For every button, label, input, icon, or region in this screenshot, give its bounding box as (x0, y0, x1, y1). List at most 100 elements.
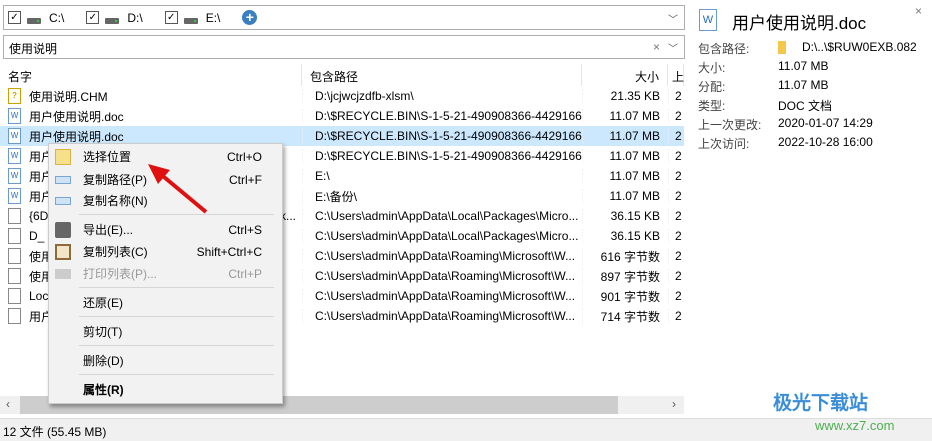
menu-label: 导出(E)... (83, 223, 133, 237)
clear-icon[interactable]: × (653, 40, 660, 54)
file-path: D:\$RECYCLE.BIN\S-1-5-21-490908366-44291… (302, 129, 582, 143)
table-row[interactable]: ? 使用说明.CHM D:\jcjwcjzdfb-xlsm\ 21.35 KB 2 (0, 86, 684, 106)
close-icon[interactable]: × (915, 4, 922, 18)
menu-shortcut: Shift+Ctrl+C (196, 244, 262, 259)
file-modified: 2 (668, 229, 684, 243)
file-size: 11.07 MB (582, 189, 668, 203)
menu-shortcut: Ctrl+P (228, 266, 262, 281)
col-name[interactable]: 名字 (0, 64, 302, 86)
checkbox-e[interactable]: ✓ (164, 11, 178, 24)
file-size: 36.15 KB (582, 209, 668, 223)
search-input[interactable]: 使用说明 × ﹀ (3, 35, 685, 59)
detail-label: 上一次更改: (698, 118, 762, 132)
file-icon (8, 228, 21, 244)
detail-label: 分配: (698, 80, 726, 94)
file-modified: 2 (668, 309, 684, 323)
menu-label: 复制路径(P) (83, 173, 147, 187)
checkbox-d[interactable]: ✓ (86, 11, 100, 24)
file-modified: 2 (668, 209, 684, 223)
copy-path-icon (55, 176, 71, 184)
file-modified: 2 (668, 89, 684, 103)
detail-value: 11.07 MB (778, 78, 829, 92)
detail-label: 上次访问: (698, 137, 750, 151)
drive-icon (183, 17, 198, 24)
menu-separator (79, 374, 274, 375)
word-doc-icon: W (699, 9, 717, 31)
file-size: 21.35 KB (582, 89, 668, 103)
file-name: {6D (29, 209, 49, 223)
detail-value: D:\..\$RUW0EXB.082 (802, 40, 917, 54)
file-name: D_ (29, 229, 45, 243)
search-value: 使用说明 (9, 42, 58, 56)
menu-shortcut: Ctrl+F (229, 172, 262, 187)
column-header: 名字 包含路径 大小 上 (0, 64, 684, 86)
chevron-down-icon[interactable]: ﹀ (668, 11, 678, 26)
menu-label: 复制名称(N) (83, 194, 148, 208)
menu-label: 属性(R) (83, 383, 124, 397)
menu-separator (79, 316, 274, 317)
menu-label: 还原(E) (83, 296, 123, 310)
file-icon (8, 308, 21, 324)
col-modified[interactable]: 上 (668, 64, 684, 86)
checkbox-c[interactable]: ✓ (8, 11, 21, 24)
menu-label: 复制列表(C) (83, 245, 148, 259)
file-path: C:\Users\admin\AppData\Roaming\Microsoft… (302, 249, 582, 263)
detail-value: DOC 文档 (778, 99, 833, 113)
word-doc-icon: W (8, 148, 21, 164)
file-name: 使用说明.CHM (29, 89, 108, 104)
file-path: E:\备份\ (302, 187, 582, 205)
help-file-icon: ? (8, 88, 21, 104)
file-path: C:\Users\admin\AppData\Roaming\Microsoft… (302, 289, 582, 303)
file-icon (8, 288, 21, 304)
file-modified: 2 (668, 149, 684, 163)
menu-item[interactable]: 删除(D) (49, 350, 282, 371)
open-location-icon (55, 148, 71, 165)
col-path[interactable]: 包含路径 (302, 64, 582, 86)
file-modified: 2 (668, 129, 684, 143)
file-path: C:\Users\admin\AppData\Local\Packages\Mi… (302, 209, 582, 223)
watermark-url: www.xz7.com (815, 418, 895, 433)
status-text: 12 文件 (55.45 MB) (3, 425, 107, 439)
menu-label: 剪切(T) (83, 325, 123, 339)
word-doc-icon: W (8, 168, 21, 184)
menu-item[interactable]: 导出(E)... Ctrl+S (49, 219, 282, 240)
copy-name-icon (55, 197, 71, 205)
menu-label: 选择位置 (83, 150, 132, 164)
menu-item[interactable]: 复制列表(C) Shift+Ctrl+C (49, 241, 282, 262)
menu-separator (79, 287, 274, 288)
word-doc-icon: W (8, 108, 21, 124)
file-size: 11.07 MB (582, 109, 668, 123)
file-icon (8, 248, 21, 264)
menu-item[interactable]: 属性(R) (49, 379, 282, 400)
word-doc-icon: W (8, 188, 21, 204)
detail-value: 2022-10-28 16:00 (778, 135, 873, 149)
status-bar: 12 文件 (55.45 MB) (0, 418, 932, 441)
scroll-left-icon[interactable]: ‹ (6, 397, 10, 411)
scroll-right-icon[interactable]: › (672, 397, 676, 411)
add-drive-icon[interactable]: + (242, 10, 258, 25)
details-title: 用户使用说明.doc (732, 14, 867, 33)
detail-value: 2020-01-07 14:29 (778, 116, 873, 130)
file-modified: 2 (668, 269, 684, 283)
drive-icon (105, 17, 120, 24)
drive-d[interactable]: ✓ D:\ (86, 11, 143, 25)
menu-label: 打印列表(P)... (83, 267, 157, 281)
col-size[interactable]: 大小 (582, 64, 668, 86)
folder-icon (778, 41, 786, 54)
file-size: 11.07 MB (582, 129, 668, 143)
clipboard-icon (55, 243, 71, 260)
chevron-down-icon[interactable]: ﹀ (668, 40, 678, 55)
menu-item[interactable]: 还原(E) (49, 292, 282, 313)
file-path: C:\Users\admin\AppData\Local\Packages\Mi… (302, 229, 582, 243)
table-row[interactable]: W 用户使用说明.doc D:\$RECYCLE.BIN\S-1-5-21-4909… (0, 106, 684, 126)
file-size: 11.07 MB (582, 169, 668, 183)
file-modified: 2 (668, 109, 684, 123)
drive-c[interactable]: ✓ C:\ (8, 11, 64, 25)
drive-e[interactable]: ✓ E:\ (164, 11, 220, 25)
menu-shortcut: Ctrl+S (228, 222, 262, 237)
file-path: D:\jcjwcjzdfb-xlsm\ (302, 89, 582, 103)
file-size: 616 字节数 (582, 247, 668, 265)
drive-selector[interactable]: ✓ C:\ ✓ D:\ ✓ E:\ + ﹀ (3, 5, 685, 30)
drive-label: C:\ (49, 10, 65, 25)
menu-item[interactable]: 剪切(T) (49, 321, 282, 342)
